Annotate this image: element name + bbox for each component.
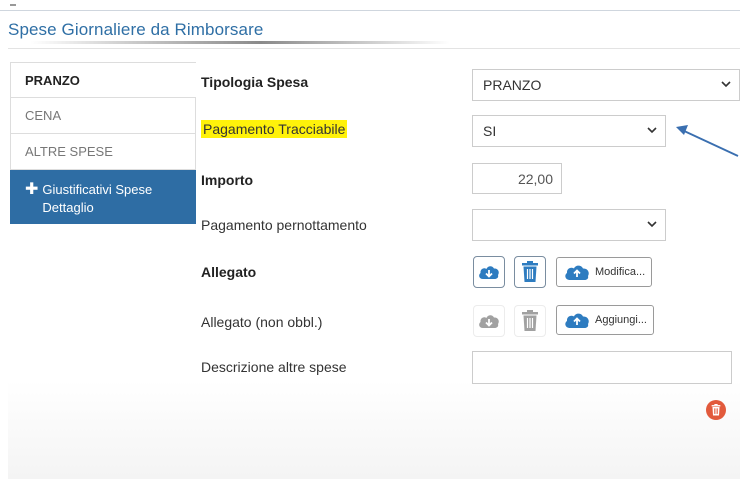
pagamento-pernottamento-label: Pagamento pernottamento: [201, 217, 367, 233]
importo-label: Importo: [201, 172, 254, 188]
expense-tabs: PRANZO CENA ALTRE SPESE ✚ Giustificativi…: [10, 62, 196, 224]
pagamento-pernottamento-select[interactable]: [472, 209, 666, 241]
aggiungi-button[interactable]: Aggiungi...: [556, 305, 654, 335]
delete-attachment-button[interactable]: [514, 256, 546, 288]
cloud-upload-icon: [565, 313, 589, 328]
tab-label: PRANZO: [25, 72, 80, 88]
allegato-label: Allegato: [201, 264, 257, 280]
tipologia-label: Tipologia Spesa: [201, 74, 309, 90]
tipologia-select[interactable]: PRANZO: [472, 69, 740, 101]
tab-label: Giustificativi Spese Dettaglio: [42, 182, 153, 215]
tab-label: CENA: [25, 108, 62, 123]
delete-row-button[interactable]: [706, 400, 726, 420]
tab-label: ALTRE SPESE: [25, 144, 113, 159]
modifica-button[interactable]: Modifica...: [556, 257, 653, 287]
allegato-non-obbl-label: Allegato (non obbl.): [201, 314, 323, 330]
arrow-icon: [676, 125, 739, 157]
highlighted-label: Pagamento Tracciabile: [201, 120, 348, 138]
chevron-down-icon: [647, 221, 657, 228]
trash-icon: [711, 404, 721, 416]
download-button-disabled: [473, 305, 505, 337]
cloud-upload-icon: [565, 265, 589, 280]
pagamento-tracciabile-label: Pagamento Tracciabile: [201, 120, 348, 138]
cloud-download-icon: [479, 266, 499, 279]
chevron-down-icon: [721, 81, 731, 88]
importo-input[interactable]: 22,00: [472, 163, 562, 194]
descrizione-input[interactable]: [472, 351, 732, 384]
tab-altre-spese[interactable]: ALTRE SPESE: [10, 134, 196, 170]
pagamento-tracciabile-select[interactable]: SI: [472, 115, 666, 147]
aggiungi-label: Aggiungi...: [595, 314, 647, 326]
modifica-label: Modifica...: [595, 266, 646, 278]
trash-icon: [522, 261, 538, 282]
pagamento-tracciabile-value: SI: [483, 123, 497, 139]
tipologia-value: PRANZO: [483, 77, 542, 93]
panel-body-fade: [8, 380, 740, 479]
tab-cena[interactable]: CENA: [10, 98, 196, 134]
plus-icon: ✚: [25, 181, 39, 198]
delete-attachment-button-disabled: [514, 305, 546, 337]
panel-title: Spese Giornaliere da Rimborsare: [8, 20, 264, 39]
tab-pranzo[interactable]: PRANZO: [10, 62, 196, 98]
download-button[interactable]: [473, 256, 505, 288]
tab-giustificativi[interactable]: ✚ Giustificativi Spese Dettaglio: [10, 170, 196, 224]
top-marker: [10, 4, 16, 6]
cloud-download-icon: [479, 315, 499, 328]
top-divider: [0, 10, 740, 11]
descrizione-label: Descrizione altre spese: [201, 359, 347, 375]
trash-icon: [522, 310, 538, 331]
chevron-down-icon: [647, 127, 657, 134]
title-underline: [30, 41, 450, 44]
